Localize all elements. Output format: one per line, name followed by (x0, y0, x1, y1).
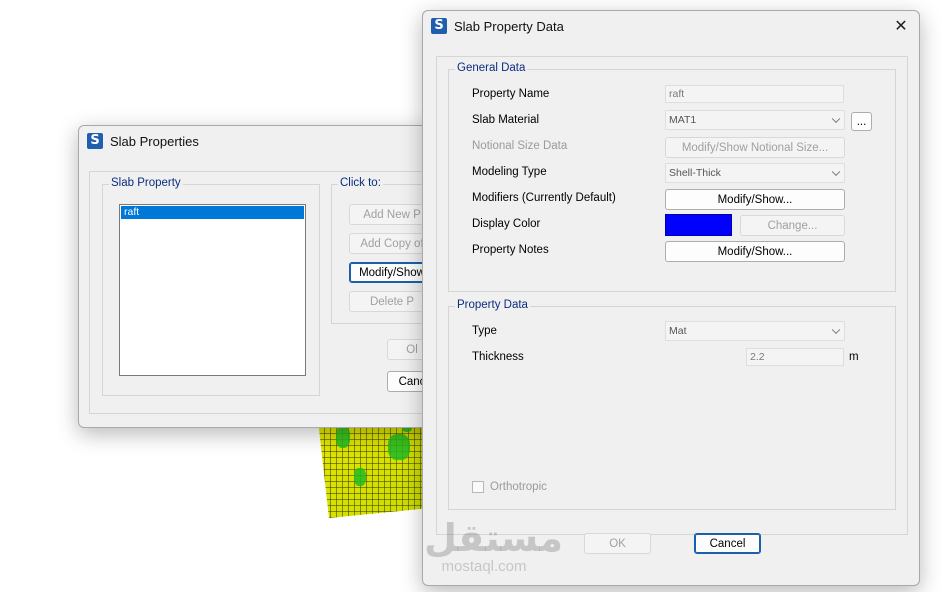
slab-property-data-window: S Slab Property Data ✕ General Data Prop… (422, 10, 920, 586)
cancel-button[interactable]: Cancel (694, 533, 761, 554)
slab-properties-titlebar: S Slab Properties (79, 126, 437, 156)
slab-material-label: Slab Material (472, 114, 540, 126)
thickness-field[interactable]: 2.2 (746, 348, 844, 366)
slab-material-value: MAT1 (669, 114, 697, 126)
modifiers-label: Modifiers (Currently Default) (472, 192, 616, 204)
watermark-arabic-text: مستقل (424, 516, 563, 560)
close-icon[interactable]: ✕ (889, 15, 913, 37)
slab-property-data-titlebar: S Slab Property Data (423, 11, 919, 41)
modifiers-modify-button[interactable]: Modify/Show... (665, 189, 845, 210)
structural-model-view (318, 420, 428, 518)
thickness-unit: m (849, 351, 859, 363)
general-data-title: General Data (455, 62, 528, 74)
app-s-icon: S (431, 18, 447, 34)
modeling-type-label: Modeling Type (472, 166, 547, 178)
property-notes-label: Property Notes (472, 244, 549, 256)
property-notes-button[interactable]: Modify/Show... (665, 241, 845, 262)
click-to-group-title: Click to: (338, 177, 383, 189)
orthotropic-checkbox[interactable] (472, 481, 484, 493)
thickness-label: Thickness (472, 351, 524, 363)
material-ellipsis-button[interactable]: ... (851, 112, 872, 131)
slab-property-list[interactable]: raft (119, 204, 306, 376)
slab-property-data-title: Slab Property Data (454, 18, 564, 34)
notional-size-button[interactable]: Modify/Show Notional Size... (665, 137, 845, 158)
type-label: Type (472, 325, 497, 337)
notional-size-label: Notional Size Data (472, 140, 568, 152)
list-item[interactable]: raft (121, 206, 304, 219)
slab-properties-window: S Slab Properties Slab Property raft Cli… (78, 125, 441, 428)
type-value: Mat (669, 325, 687, 337)
chevron-down-icon (831, 167, 841, 177)
property-data-title: Property Data (455, 299, 530, 311)
display-color-swatch (665, 214, 732, 236)
slab-property-group-title: Slab Property (109, 177, 183, 189)
type-select[interactable]: Mat (665, 321, 845, 341)
slab-material-select[interactable]: MAT1 (665, 110, 845, 130)
modeling-type-value: Shell-Thick (669, 167, 721, 179)
watermark-latin-text: mostaql.com (441, 558, 527, 575)
app-s-icon: S (87, 133, 103, 149)
chevron-down-icon (831, 325, 841, 335)
slab-properties-title: Slab Properties (110, 133, 199, 149)
property-name-label: Property Name (472, 88, 550, 100)
mostaql-watermark: مستقل mostaql.com (424, 516, 563, 584)
display-color-label: Display Color (472, 218, 541, 230)
orthotropic-label: Orthotropic (490, 481, 547, 493)
modeling-type-select[interactable]: Shell-Thick (665, 163, 845, 183)
property-name-field[interactable]: raft (665, 85, 844, 103)
change-color-button[interactable]: Change... (740, 215, 845, 236)
chevron-down-icon (831, 114, 841, 124)
ok-button[interactable]: OK (584, 533, 651, 554)
